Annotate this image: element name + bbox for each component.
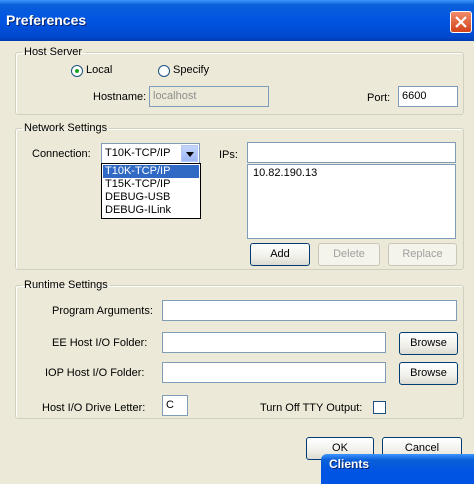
ee-browse-button[interactable]: Browse [399, 332, 458, 355]
connection-select[interactable]: T10K-TCP/IP [101, 143, 200, 164]
dropdown-option[interactable]: DEBUG-ILink [103, 204, 171, 217]
connection-dropdown-list: T10K-TCP/IP T15K-TCP/IP DEBUG-USB DEBUG-… [101, 163, 201, 219]
ip-list-item[interactable]: 10.82.190.13 [253, 167, 317, 179]
ips-label: IPs: [219, 149, 238, 161]
program-args-field[interactable] [162, 300, 457, 321]
iop-browse-button[interactable]: Browse [399, 362, 458, 385]
chevron-down-icon [186, 152, 194, 157]
ip-input[interactable] [247, 142, 456, 163]
runtime-settings-legend: Runtime Settings [24, 279, 108, 291]
iop-folder-field[interactable] [162, 362, 386, 383]
connection-value: T10K-TCP/IP [105, 147, 171, 159]
ip-list[interactable]: 10.82.190.13 [247, 164, 456, 239]
program-args-label: Program Arguments: [52, 305, 153, 317]
tty-checkbox[interactable] [373, 401, 386, 414]
dropdown-option[interactable]: T15K-TCP/IP [103, 178, 170, 191]
ee-folder-field[interactable] [162, 332, 386, 353]
connection-label: Connection: [32, 148, 91, 160]
delete-button[interactable]: Delete [318, 243, 380, 266]
close-button[interactable] [450, 11, 472, 33]
add-button[interactable]: Add [250, 243, 310, 266]
port-label: Port: [367, 92, 391, 104]
local-label: Local [86, 64, 113, 76]
clients-window-title: Clients [329, 457, 370, 471]
hostname-field[interactable]: localhost [149, 86, 269, 107]
dropdown-arrow[interactable] [181, 145, 198, 162]
network-settings-legend: Network Settings [24, 122, 108, 134]
replace-button[interactable]: Replace [388, 243, 457, 266]
drive-letter-field[interactable]: C [162, 395, 188, 416]
drive-letter-label: Host I/O Drive Letter: [42, 402, 146, 414]
port-field[interactable]: 6600 [398, 86, 458, 107]
clients-window-titlebar[interactable]: Clients [321, 454, 474, 484]
dropdown-option[interactable]: T10K-TCP/IP [103, 165, 199, 178]
iop-folder-label: IOP Host I/O Folder: [45, 367, 145, 379]
hostname-label: Hostname: [93, 91, 147, 103]
specify-radio[interactable] [158, 65, 170, 77]
specify-label: Specify [173, 64, 210, 76]
local-radio[interactable] [71, 65, 83, 77]
dropdown-option[interactable]: DEBUG-USB [103, 191, 170, 204]
title-bar[interactable]: Preferences [0, 0, 474, 41]
window-title: Preferences [6, 12, 87, 28]
close-icon [455, 16, 467, 28]
ee-folder-label: EE Host I/O Folder: [52, 337, 148, 349]
host-server-legend: Host Server [24, 46, 83, 58]
tty-label: Turn Off TTY Output: [260, 402, 363, 414]
